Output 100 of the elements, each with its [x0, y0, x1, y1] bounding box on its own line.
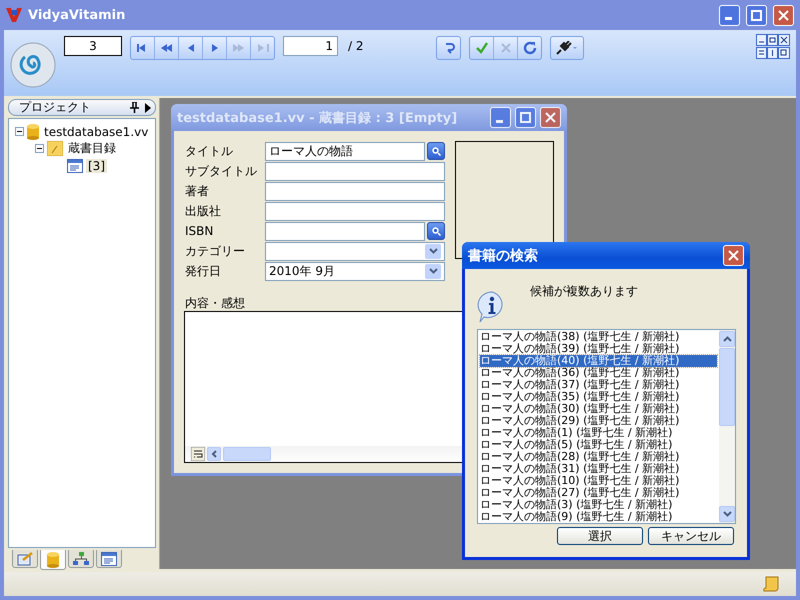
search-button[interactable] — [427, 222, 445, 240]
list-item[interactable]: ローマ人の物語(37) (塩野七生 / 新潮社) — [480, 379, 717, 391]
note-icon — [47, 141, 63, 156]
database-icon — [27, 124, 39, 140]
close-icon — [728, 250, 739, 261]
chevron-up-icon — [722, 336, 732, 342]
text-field[interactable] — [265, 202, 445, 220]
cross-icon — [498, 41, 512, 55]
maximize-icon — [520, 112, 531, 123]
minimize-button[interactable] — [490, 107, 511, 128]
list-item[interactable]: ローマ人の物語(38) (塩野七生 / 新潮社) — [480, 331, 717, 343]
panel-title: プロジェクト — [19, 99, 92, 116]
arrow-right-icon[interactable] — [145, 102, 151, 112]
list-item[interactable]: ローマ人の物語(5) (塩野七生 / 新潮社) — [480, 439, 717, 451]
dialog-title: 書籍の検索 — [468, 246, 539, 264]
maximize-icon — [751, 10, 762, 20]
minus-icon — [17, 129, 22, 134]
panel-tab[interactable] — [96, 550, 122, 568]
page-field[interactable]: 1 — [283, 36, 338, 56]
check-icon — [474, 41, 488, 55]
scroll-left-button[interactable] — [207, 447, 221, 461]
search-icon — [431, 146, 441, 156]
scroll-down-button[interactable] — [719, 506, 735, 522]
memo-label: 内容・感想 — [185, 295, 246, 311]
record-number-field[interactable]: 3 — [64, 36, 122, 56]
list-item[interactable]: ローマ人の物語(35) (塩野七生 / 新潮社) — [480, 391, 717, 403]
scroll-up-button[interactable] — [719, 331, 735, 347]
dropdown-field[interactable] — [265, 242, 445, 260]
field-label: 発行日 — [185, 263, 222, 280]
scroll-icon — [762, 576, 780, 592]
wrap-icon[interactable] — [191, 447, 205, 461]
double-arrow-icon — [232, 43, 245, 53]
panel-tab[interactable] — [12, 550, 38, 568]
list-item[interactable]: ローマ人の物語(31) (塩野七生 / 新潮社) — [480, 463, 717, 475]
form-icon — [67, 158, 83, 172]
text-field[interactable] — [265, 222, 425, 240]
list-item[interactable]: ローマ人の物語(9) (塩野七生 / 新潮社) — [480, 511, 717, 523]
minimize-button[interactable] — [719, 4, 740, 26]
skip-icon — [256, 43, 269, 53]
field-value: ローマ人の物語 — [269, 142, 353, 160]
dialog-button[interactable]: 選択 — [557, 527, 643, 545]
list-item[interactable]: ローマ人の物語(10) (塩野七生 / 新潮社) — [480, 475, 717, 487]
panel-tab[interactable] — [68, 550, 94, 568]
close-button[interactable] — [773, 4, 794, 26]
field-label: 出版社 — [185, 203, 222, 220]
chevron-down-icon — [722, 511, 732, 517]
double-arrow-icon — [160, 43, 173, 53]
tree-item[interactable]: testdatabase1.vv — [42, 124, 150, 138]
minus-icon — [37, 146, 42, 151]
text-field[interactable] — [265, 162, 445, 180]
search-button[interactable] — [427, 142, 445, 160]
close-button[interactable] — [540, 107, 561, 128]
list-item[interactable]: ローマ人の物語(28) (塩野七生 / 新潮社) — [480, 451, 717, 463]
field-label: ISBN — [185, 223, 214, 240]
dropdown-field[interactable]: 2010年 9月 — [265, 262, 445, 280]
collapse-toggle[interactable] — [15, 127, 24, 136]
form-icon — [101, 552, 117, 566]
maximize-button[interactable] — [746, 4, 767, 26]
field-label: 著者 — [185, 183, 210, 200]
list-item[interactable]: ローマ人の物語(1) (塩野七生 / 新潮社) — [480, 427, 717, 439]
spiral-logo-icon — [10, 42, 56, 88]
app-logo-icon — [6, 8, 22, 22]
tree-item[interactable]: [3] — [86, 158, 107, 172]
tree-item[interactable]: 蔵書目録 — [66, 140, 118, 157]
text-field[interactable] — [265, 182, 445, 200]
text-field[interactable]: ローマ人の物語 — [265, 142, 425, 160]
refresh-icon — [522, 41, 536, 55]
field-label: サブタイトル — [185, 163, 258, 180]
list-item[interactable]: ローマ人の物語(29) (塩野七生 / 新潮社) — [480, 415, 717, 427]
scroll-thumb[interactable] — [223, 447, 271, 461]
list-item[interactable]: ローマ人の物語(39) (塩野七生 / 新潮社) — [480, 343, 717, 355]
list-item[interactable]: ローマ人の物語(27) (塩野七生 / 新潮社) — [480, 487, 717, 499]
properties-icon — [17, 552, 33, 566]
panel-tab[interactable] — [40, 550, 66, 570]
close-button[interactable] — [723, 245, 744, 266]
dialog-button[interactable]: キャンセル — [648, 527, 734, 545]
minimize-icon — [724, 17, 732, 20]
hierarchy-icon — [73, 552, 89, 566]
window-title: VidyaVitamin — [28, 8, 126, 22]
list-item[interactable]: ローマ人の物語(30) (塩野七生 / 新潮社) — [480, 403, 717, 415]
search-icon — [431, 226, 441, 236]
scroll-thumb[interactable] — [719, 348, 735, 426]
field-value: 2010年 9月 — [269, 262, 335, 280]
dialog-message: 候補が複数あります — [530, 283, 638, 300]
close-icon — [545, 112, 556, 123]
pin-icon[interactable] — [130, 102, 139, 113]
page-total: / 2 — [348, 38, 364, 55]
field-label: カテゴリー — [185, 243, 246, 260]
list-item[interactable]: ローマ人の物語(3) (塩野七生 / 新潮社) — [480, 499, 717, 511]
chevron-left-icon — [211, 450, 217, 458]
plug-icon — [556, 41, 578, 55]
maximize-button[interactable] — [515, 107, 536, 128]
chevron-down-icon — [428, 248, 438, 254]
minimize-icon — [496, 120, 502, 122]
window-layout-icon[interactable] — [756, 34, 790, 60]
window-title: testdatabase1.vv - 蔵書目録 : 3 [Empty] — [177, 110, 458, 126]
close-icon — [778, 10, 789, 20]
chevron-down-icon — [428, 268, 438, 274]
collapse-toggle[interactable] — [35, 144, 44, 153]
list-item[interactable]: ローマ人の物語(40) (塩野七生 / 新潮社) — [480, 355, 717, 367]
